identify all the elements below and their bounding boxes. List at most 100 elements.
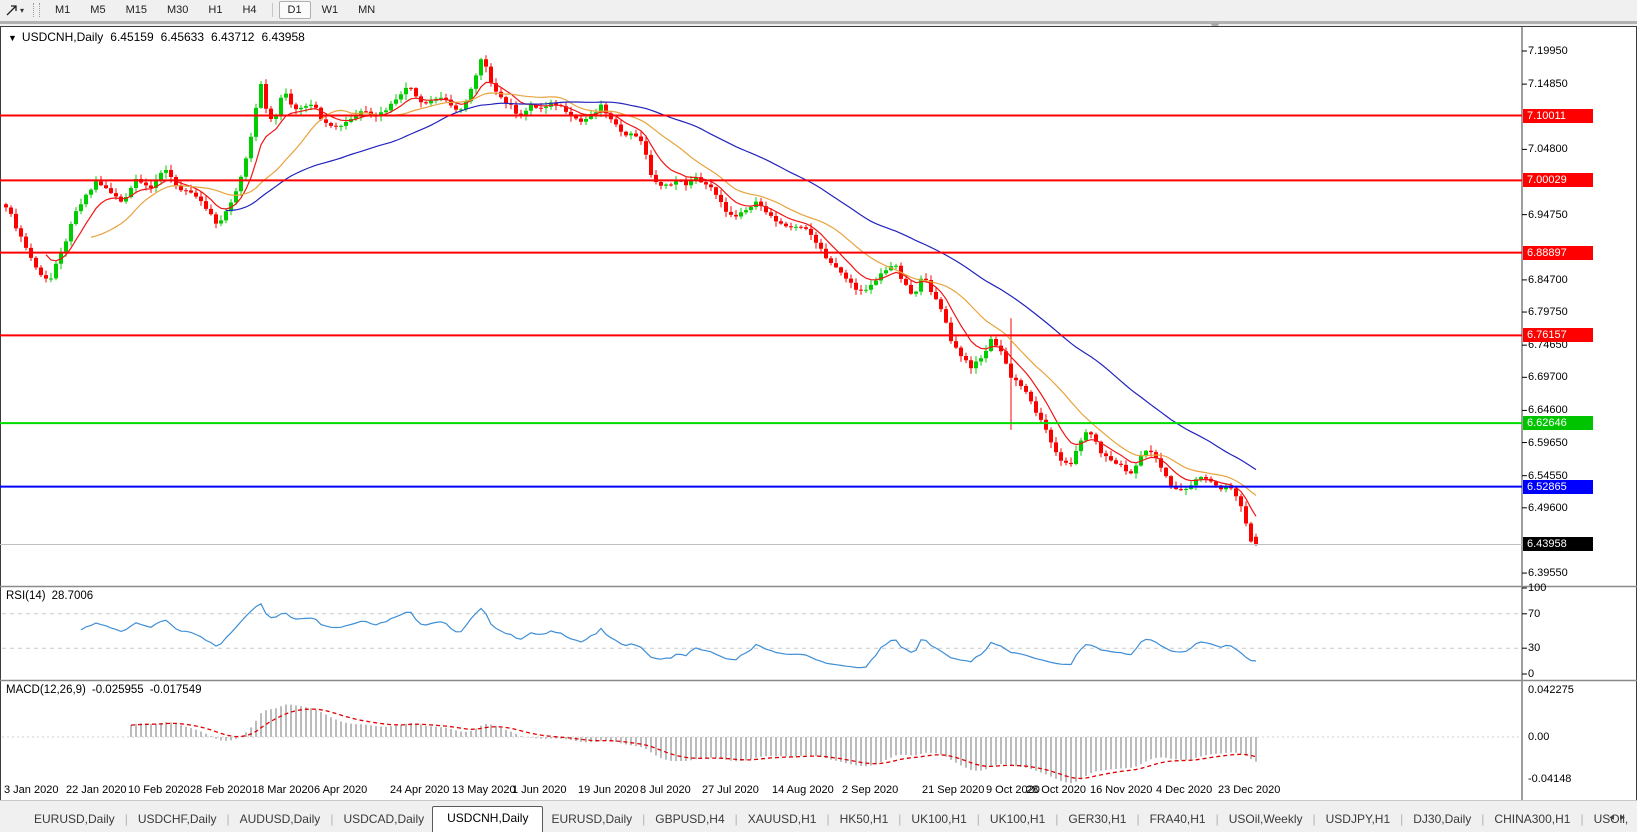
timeframe-buttons: M1 M5 M15 M30 H1 H4 D1 W1 MN	[45, 1, 385, 19]
date-axis-label: 21 Sep 2020	[922, 784, 985, 796]
tab-separator: |	[1055, 812, 1059, 826]
symbol-tab-ger30-h1[interactable]: GER30,H1	[1060, 808, 1134, 832]
chevron-down-icon[interactable]: ▾	[20, 6, 24, 15]
tab-separator: |	[642, 812, 646, 826]
tab-separator: |	[1215, 812, 1219, 826]
macd-title: MACD(12,26,9)	[6, 684, 86, 696]
tab-separator: |	[898, 812, 902, 826]
price-axis-tick-label: 6.84700	[1528, 273, 1568, 286]
rsi-axis-label: 30	[1528, 642, 1541, 655]
timeframe-button-d1[interactable]: D1	[278, 1, 311, 19]
price-axis-tick-label: 6.59650	[1528, 436, 1568, 449]
symbol-tab-usdchf-daily[interactable]: USDCHF,Daily	[130, 808, 225, 832]
symbol-tab-eurusd-daily[interactable]: EURUSD,Daily	[26, 808, 123, 832]
date-axis-label: 16 Nov 2020	[1090, 784, 1153, 796]
price-axis-tick-label: 7.04800	[1528, 143, 1568, 156]
tab-separator: |	[976, 812, 980, 826]
close-value: 6.43958	[261, 30, 305, 44]
macd-axis-label: 0.00	[1528, 731, 1550, 743]
date-axis-label: 24 Apr 2020	[390, 784, 450, 796]
tab-scroll-left-icon[interactable]: ◂	[1609, 812, 1620, 823]
tab-separator: |	[1136, 812, 1140, 826]
open-value: 6.45159	[110, 30, 154, 44]
date-axis-label: 19 Jun 2020	[578, 784, 639, 796]
tab-separator: |	[1400, 812, 1404, 826]
date-axis-label: 14 Aug 2020	[772, 784, 834, 796]
symbol-tab-dj30-daily[interactable]: DJ30,Daily	[1405, 808, 1479, 832]
date-axis-label: 8 Jul 2020	[640, 784, 691, 796]
chart-scrollbar[interactable]	[0, 21, 1637, 24]
price-axis-tick-label: 6.39550	[1528, 567, 1568, 580]
symbol-tab-usoil-weekly[interactable]: USOil,Weekly	[1221, 808, 1311, 832]
chart-symbol-label: USDCNH,Daily	[21, 30, 104, 44]
price-level-badge: 6.62646	[1523, 416, 1593, 431]
symbol-tab-hk50-h1[interactable]: HK50,H1	[832, 808, 897, 832]
tab-separator: |	[826, 812, 830, 826]
symbol-tab-audusd-daily[interactable]: AUDUSD,Daily	[232, 808, 329, 832]
price-level-badge: 6.52865	[1523, 479, 1593, 494]
tab-scroll-right-icon[interactable]: ▸	[1620, 812, 1631, 823]
price-axis-tick-label: 6.94750	[1528, 208, 1568, 221]
tab-separator: |	[124, 812, 128, 826]
timeframe-button-w1[interactable]: W1	[313, 1, 348, 19]
date-axis-label: 1 Jun 2020	[512, 784, 567, 796]
symbol-tabs-bar: EURUSD,Daily | USDCHF,Daily | AUDUSD,Daily | U…	[0, 800, 1637, 832]
timeframe-toolbar: ▾ M1 M5 M15 M30 H1 H4 D1 W1 MN	[0, 0, 1637, 21]
symbol-tab-china300-h1[interactable]: CHINA300,H1	[1486, 808, 1578, 832]
date-axis-label: 13 May 2020	[452, 784, 516, 796]
timeframe-button-m30[interactable]: M30	[158, 1, 197, 19]
price-level-badge: 6.76157	[1523, 328, 1593, 343]
date-axis-label: 23 Dec 2020	[1218, 784, 1281, 796]
symbol-tab-xauusd-h1[interactable]: XAUUSD,H1	[740, 808, 825, 832]
rsi-axis-label: 100	[1528, 582, 1547, 594]
symbol-tab-usdjpy-h1[interactable]: USDJPY,H1	[1318, 808, 1398, 832]
date-axis-label: 6 Apr 2020	[314, 784, 368, 796]
date-axis-label: 22 Jan 2020	[66, 784, 127, 796]
date-axis-label: 2 Sep 2020	[842, 784, 899, 796]
high-value: 6.45633	[160, 30, 205, 44]
date-axis-label: 28 Oct 2020	[1026, 784, 1086, 796]
price-axis-tick-label: 6.79750	[1528, 306, 1568, 319]
timeframe-button-h1[interactable]: H1	[199, 1, 231, 19]
price-axis-tick-label: 6.64600	[1528, 404, 1568, 417]
timeframe-button-mn[interactable]: MN	[349, 1, 384, 19]
price-axis-tick-label: 7.14850	[1528, 78, 1568, 91]
low-value: 6.43712	[211, 30, 255, 44]
macd-axis-label: 0.042275	[1528, 684, 1574, 696]
tab-separator: |	[1580, 812, 1584, 826]
date-axis-label: 10 Feb 2020	[128, 784, 190, 796]
macd-signal-value: -0.017549	[149, 684, 202, 696]
tab-separator: |	[226, 812, 230, 826]
collapse-arrow-icon[interactable]: ▼	[8, 33, 17, 43]
price-axis-tick-label: 6.69700	[1528, 371, 1568, 384]
symbol-tab-uk100-h1[interactable]: UK100,H1	[982, 808, 1053, 832]
tab-scroll-arrows: ◂▸	[1609, 812, 1631, 823]
date-axis-label: 18 Mar 2020	[252, 784, 314, 796]
symbol-tab-usdcad-daily[interactable]: USDCAD,Daily	[335, 808, 432, 832]
rsi-title: RSI(14)	[6, 590, 46, 602]
symbol-tab-eurusd-daily[interactable]: EURUSD,Daily	[543, 808, 640, 832]
symbol-tab-uk100-h1[interactable]: UK100,H1	[903, 808, 974, 832]
timeframe-button-m1[interactable]: M1	[46, 1, 79, 19]
macd-axis-label: -0.04148	[1528, 773, 1572, 785]
price-level-badge: 7.10011	[1523, 108, 1593, 123]
symbol-tab-gbpusd-h4[interactable]: GBPUSD,H4	[647, 808, 732, 832]
rsi-axis-label: 70	[1528, 607, 1541, 620]
timeframe-button-h4[interactable]: H4	[233, 1, 265, 19]
mt4-window: ▾ M1 M5 M15 M30 H1 H4 D1 W1 MN ▼ USDCNH,Daily 6.45…	[0, 0, 1637, 832]
tab-separator: |	[734, 812, 738, 826]
symbol-tabs: EURUSD,Daily | USDCHF,Daily | AUDUSD,Daily | U…	[26, 806, 1636, 832]
timeframe-button-m15[interactable]: M15	[117, 1, 156, 19]
chart-window	[0, 26, 1637, 801]
date-axis-label: 27 Jul 2020	[702, 784, 759, 796]
timeframe-button-m5[interactable]: M5	[81, 1, 114, 19]
date-axis-label: 3 Jan 2020	[4, 784, 59, 796]
tab-separator: |	[330, 812, 334, 826]
cursor-arrow-icon[interactable]	[3, 2, 19, 18]
macd-main-value: -0.025955	[91, 684, 144, 696]
symbol-tab-usdcnh-daily[interactable]: USDCNH,Daily	[432, 806, 544, 832]
price-axis-tick-label: 7.19950	[1528, 45, 1568, 57]
rsi-value: 28.7006	[51, 590, 94, 602]
chart-title: ▼ USDCNH,Daily 6.45159 6.45633 6.43712 6.4395…	[8, 30, 305, 44]
symbol-tab-fra40-h1[interactable]: FRA40,H1	[1142, 808, 1214, 832]
